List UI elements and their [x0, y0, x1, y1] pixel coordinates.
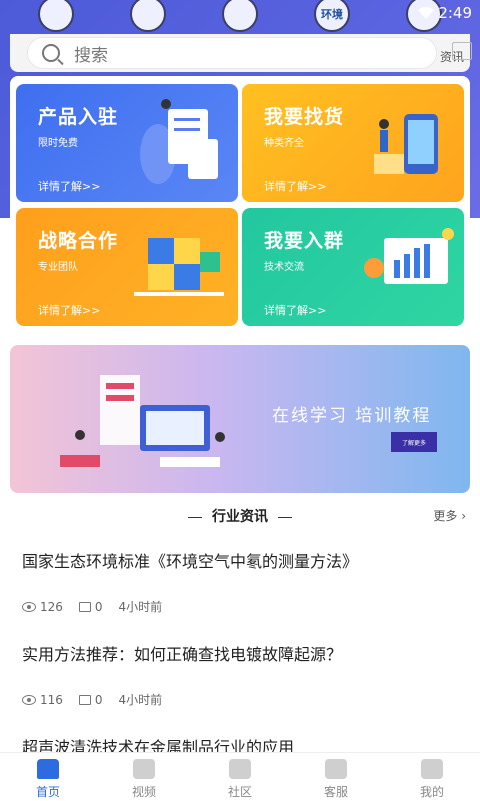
tab-label: 客服 — [323, 785, 348, 799]
tab-home[interactable]: 首页 — [0, 753, 96, 801]
document-illustration-icon — [140, 99, 218, 184]
card-join-group[interactable]: 我要入群 技术交流 详情了解>> — [242, 208, 464, 326]
banner-learn-more-button[interactable]: 了解更多 — [391, 432, 437, 452]
card-title: 我要入群 — [264, 230, 345, 252]
views-icon — [22, 601, 36, 612]
card-subtitle: 限时免费 — [38, 138, 78, 149]
tab-label: 视频 — [131, 785, 156, 799]
wifi-icon — [418, 7, 435, 19]
swap-circle-icon[interactable] — [130, 0, 166, 32]
search-input[interactable]: 搜索 — [28, 38, 436, 68]
card-subtitle: 种类齐全 — [264, 138, 304, 149]
training-banner[interactable]: 在线学习 培训教程 了解更多 — [10, 345, 470, 493]
wechat-circle-icon[interactable] — [222, 0, 258, 32]
news-views: 116 — [40, 692, 63, 707]
feature-panel: 产品入驻 限时免费 详情了解>> 我要找货 种类齐全 详情了解>> 战略合作 专… — [10, 76, 470, 336]
card-product-entry[interactable]: 产品入驻 限时免费 详情了解>> — [16, 84, 238, 202]
card-find-goods[interactable]: 我要找货 种类齐全 详情了解>> — [242, 84, 464, 202]
news-item[interactable]: 实用方法推荐：如何正确查找电镀故障起源？ 116 0 4小时前 — [22, 641, 462, 708]
more-label: 更多 — [433, 509, 458, 523]
tab-mine[interactable]: 我的 — [384, 753, 480, 801]
home-icon — [37, 759, 59, 779]
section-title: 行业资讯 — [0, 506, 480, 526]
news-title: 实用方法推荐：如何正确查找电镀故障起源？ — [22, 645, 343, 664]
puzzle-illustration-icon — [134, 238, 224, 296]
comment-icon — [78, 694, 91, 705]
customer-service-icon — [325, 759, 347, 779]
tab-label: 首页 — [35, 785, 60, 799]
card-title: 产品入驻 — [38, 106, 119, 128]
top-icon-row: 环境 — [0, 0, 480, 34]
card-more-link[interactable]: 详情了解>> — [264, 302, 326, 318]
community-icon — [229, 759, 251, 779]
status-time: 2:49 — [438, 4, 472, 22]
environment-circle-icon[interactable]: 环境 — [314, 0, 350, 32]
tab-video[interactable]: 视频 — [96, 753, 192, 801]
news-title: 国家生态环境标准《环境空气中氡的测量方法》 — [22, 552, 359, 571]
news-comments: 0 — [94, 692, 103, 707]
card-more-link[interactable]: 详情了解>> — [38, 302, 100, 318]
more-link[interactable]: 更多 › — [433, 507, 466, 524]
tab-community[interactable]: 社区 — [192, 753, 288, 801]
environment-label: 环境 — [321, 8, 343, 21]
card-title: 战略合作 — [38, 230, 119, 252]
card-subtitle: 专业团队 — [38, 262, 78, 273]
video-icon — [133, 759, 155, 779]
online-learning-illustration-icon — [60, 375, 225, 467]
banner-title: 在线学习 培训教程 — [272, 406, 432, 426]
card-more-link[interactable]: 详情了解>> — [264, 178, 326, 194]
section-header: 行业资讯 更多 › — [0, 506, 480, 526]
chart-board-illustration-icon — [364, 228, 454, 284]
news-item[interactable]: 国家生态环境标准《环境空气中氡的测量方法》 126 0 4小时前 — [22, 548, 462, 615]
tab-service[interactable]: 客服 — [288, 753, 384, 801]
card-more-link[interactable]: 详情了解>> — [38, 178, 100, 194]
search-container: 搜索 资讯 — [10, 34, 472, 72]
search-icon — [42, 44, 60, 62]
tab-label: 社区 — [227, 785, 252, 799]
news-time: 4小时前 — [118, 693, 163, 707]
user-icon — [421, 759, 443, 779]
news-comments: 0 — [94, 599, 103, 614]
cart-icon[interactable] — [452, 42, 472, 60]
tab-label: 我的 — [419, 785, 444, 799]
profile-circle-icon[interactable] — [38, 0, 74, 32]
views-icon — [22, 694, 36, 705]
news-meta: 126 0 4小时前 — [22, 598, 462, 615]
search-placeholder: 搜索 — [74, 45, 108, 66]
card-subtitle: 技术交流 — [264, 262, 304, 273]
chevron-right-icon: › — [461, 509, 466, 523]
news-meta: 116 0 4小时前 — [22, 691, 462, 708]
status-bar: 2:49 — [418, 4, 472, 22]
news-views: 126 — [40, 599, 63, 614]
comment-icon — [78, 601, 91, 612]
bottom-tab-bar: 首页 视频 社区 客服 我的 — [0, 752, 480, 801]
phone-shopping-illustration-icon — [374, 114, 438, 174]
news-time: 4小时前 — [118, 600, 163, 614]
card-title: 我要找货 — [264, 106, 345, 128]
card-strategic-cooperation[interactable]: 战略合作 专业团队 详情了解>> — [16, 208, 238, 326]
